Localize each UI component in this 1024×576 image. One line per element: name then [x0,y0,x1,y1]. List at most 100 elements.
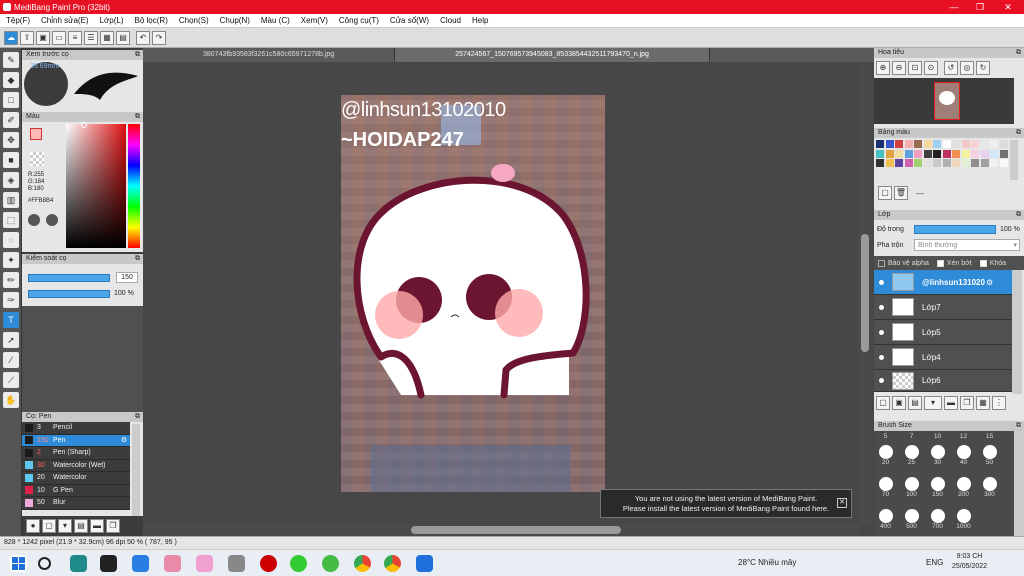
saturation-value-picker[interactable] [66,124,126,248]
menu-color[interactable]: Màu (C) [261,16,290,25]
palette-swatch[interactable] [876,140,884,148]
gear-icon[interactable]: ⚙ [986,278,993,287]
palette-swatch[interactable] [923,159,932,167]
app-icon-4[interactable] [196,555,213,572]
palette-swatch[interactable] [990,140,998,148]
brush-size-scrollbar[interactable] [1014,431,1024,536]
export-icon[interactable]: ⇪ [20,30,34,45]
palette-swatch[interactable] [999,149,1008,158]
palette-swatch[interactable] [876,149,884,158]
expand-icon[interactable]: ⧉ [135,254,140,264]
palette-swatch[interactable] [904,159,913,167]
merge-layer-icon[interactable]: ▦ [976,396,990,410]
rect-tool-icon[interactable]: □ [3,92,19,108]
camera-icon[interactable] [228,555,245,572]
brush-size-preset[interactable]: 1000 [952,509,975,530]
brush-menu-icon[interactable]: ▾ [58,519,72,533]
palette-swatch[interactable] [904,149,913,158]
expand-icon[interactable]: ⧉ [135,112,140,122]
select-tool-icon[interactable]: ⬚ [3,212,19,228]
copy-icon[interactable]: ▤ [74,519,88,533]
protect-alpha-checkbox[interactable] [878,259,885,267]
palette-swatch[interactable] [942,149,951,158]
list-icon[interactable]: ☰ [84,30,98,45]
brush-size-preset[interactable]: 70 [874,477,897,498]
brush-size-preset[interactable]: 25 [900,445,923,466]
search-icon[interactable] [38,557,51,570]
navigator-view[interactable] [874,78,1014,124]
menu-file[interactable]: Tệp(F) [6,16,30,25]
palette-swatch[interactable] [990,149,998,158]
menu-select[interactable]: Chọn(S) [179,16,209,25]
eye-icon[interactable] [879,329,884,335]
palette-swatch[interactable] [961,140,970,148]
new-layer-icon[interactable]: ▢ [876,396,890,410]
brush-size-preset[interactable]: 40 [952,445,975,466]
hue-slider[interactable] [128,124,140,248]
expand-icon[interactable]: ⧉ [135,412,140,422]
picker-cursor[interactable] [81,122,87,128]
tab-document-1[interactable]: 380743fb93583f3261c580c65971278b.jpg [143,48,396,62]
new-layer-type-icon[interactable]: ▣ [892,396,906,410]
page-icon[interactable]: ▤ [116,30,130,45]
horizontal-scrollbar[interactable] [143,524,858,536]
menu-help[interactable]: Help [472,16,488,25]
brush-item[interactable]: 20 Watercolor [22,472,130,485]
palette-swatch[interactable] [885,149,894,158]
palette-swatch[interactable] [999,159,1008,167]
palette-swatch[interactable] [971,149,979,158]
brush-item[interactable]: 3 Pencil [22,422,130,435]
brush-size-value[interactable]: 150 [116,272,138,283]
delete-layer-icon[interactable]: ⋮ [992,396,1006,410]
brush-size-preset[interactable]: 200 [952,477,975,498]
palette-swatch[interactable] [952,159,960,167]
lasso-tool-icon[interactable]: ◌ [3,232,19,248]
text-tool-icon[interactable]: T [3,312,19,328]
brush-item[interactable]: 50 Blur [22,497,130,510]
menu-cloud[interactable]: Cloud [440,16,461,25]
app-icon-3[interactable] [164,555,181,572]
close-notice-icon[interactable]: ✕ [837,498,847,508]
record-icon[interactable] [260,555,277,572]
palette-swatch[interactable] [885,159,894,167]
palette-swatch[interactable] [933,149,941,158]
new-palette-icon[interactable]: ▢ [878,186,892,200]
palette-swatch[interactable] [885,140,894,148]
app-icon-2[interactable] [100,555,117,572]
palette-swatch[interactable] [961,159,970,167]
palette-swatch[interactable] [980,149,989,158]
fit-icon[interactable]: ⊡ [908,61,922,75]
chrome-icon[interactable] [354,555,371,572]
menu-edit[interactable]: Chỉnh sửa(E) [41,16,89,25]
update-notice[interactable]: You are not using the latest version of … [600,489,852,518]
menu-icon[interactable]: ≡ [68,30,82,45]
minimize-button[interactable]: — [940,0,968,14]
gear-icon[interactable]: ⚙ [121,436,127,444]
color-palette-grid[interactable] [876,140,1010,168]
eyedropper-icon[interactable]: ⁄ [3,352,19,368]
bucket-tool-icon[interactable]: ◈ [3,172,19,188]
eye-icon[interactable] [879,354,884,360]
brush-opacity-slider[interactable] [28,290,110,298]
palette-scrollbar[interactable] [1010,140,1018,180]
brush-size-preset[interactable]: 20 [874,445,897,466]
palette-swatch[interactable] [904,140,913,148]
brush-item[interactable]: 30 Watercolor (Wet) [22,459,130,472]
layer-opacity-slider[interactable] [914,225,996,234]
menu-view[interactable]: Xem(V) [301,16,328,25]
palette-swatch[interactable] [914,149,922,158]
size-label[interactable]: 12 [952,433,975,440]
primary-color-swatch[interactable] [30,128,42,140]
duplicate-layer-icon[interactable]: ❐ [960,396,974,410]
palette-swatch[interactable] [914,159,922,167]
undo-icon[interactable]: ↶ [136,30,150,45]
delete-palette-icon[interactable]: 🗑 [894,186,908,200]
folder-icon[interactable]: ▬ [90,519,104,533]
brush-size-preset[interactable]: 300 [978,477,1001,498]
redo-icon[interactable]: ↷ [152,30,166,45]
palette-swatch[interactable] [895,149,903,158]
rotate-right-icon[interactable]: ↻ [976,61,990,75]
magic-wand-icon[interactable]: ✦ [3,252,19,268]
layer-folder-icon[interactable]: ▬ [944,396,958,410]
palette-swatch[interactable] [952,140,960,148]
